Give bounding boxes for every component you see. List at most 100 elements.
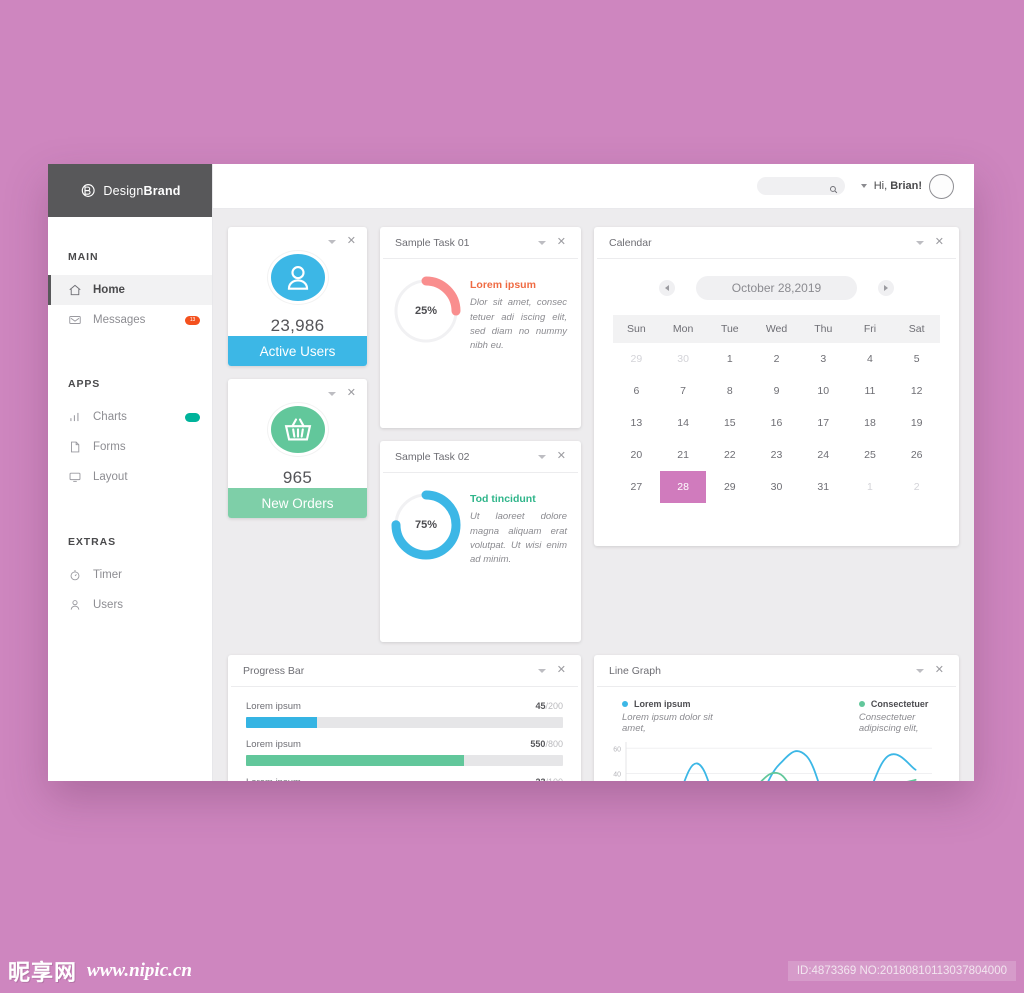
basket-icon	[267, 403, 328, 456]
brand-name-light: Design	[103, 183, 144, 198]
weekday-cell: Sat	[908, 323, 925, 336]
calendar-day[interactable]: 4	[847, 343, 894, 375]
calendar-day[interactable]: 20	[613, 439, 660, 471]
calendar-day[interactable]: 26	[893, 439, 940, 471]
progress-row-header: Lorem ipsum 23/100	[246, 777, 563, 781]
calendar-day[interactable]: 25	[847, 439, 894, 471]
dashboard-row-top: ✕ 23,986 Active Users ✕ 965 New Orders S…	[228, 227, 959, 643]
line-chart-plot: 02040601234567891011	[594, 734, 959, 781]
chevron-down-icon[interactable]	[915, 240, 924, 245]
calendar-day[interactable]: 2	[893, 471, 940, 503]
card-actions: ✕	[537, 237, 566, 248]
close-icon[interactable]: ✕	[347, 236, 356, 247]
task-description: Dlor sit amet, consec tetuer adi iscing …	[470, 297, 567, 351]
calendar-day[interactable]: 27	[613, 471, 660, 503]
calendar-day[interactable]: 23	[753, 439, 800, 471]
chevron-left-icon[interactable]	[658, 280, 675, 297]
sidebar-item-home[interactable]: Home	[48, 275, 212, 305]
calendar-day[interactable]: 1	[847, 471, 894, 503]
chevron-down-icon[interactable]	[327, 391, 336, 396]
calendar-day[interactable]: 14	[660, 407, 707, 439]
calendar-day[interactable]: 8	[706, 375, 753, 407]
calendar-day[interactable]: 29	[706, 471, 753, 503]
app-window: DesignBrand MAIN Home Messages 13 APPS C…	[48, 164, 974, 781]
close-icon[interactable]: ✕	[935, 665, 944, 676]
calendar-day[interactable]: 9	[753, 375, 800, 407]
calendar-day[interactable]: 17	[800, 407, 847, 439]
user-menu[interactable]: Hi, Brian!	[860, 173, 954, 199]
chart-legend: Lorem ipsum Lorem ipsum dolor sit amet, …	[594, 687, 959, 734]
legend-title-row: Lorem ipsum	[622, 699, 721, 709]
avatar[interactable]	[929, 173, 954, 199]
calendar-day[interactable]: 30	[753, 471, 800, 503]
calendar-day[interactable]: 31	[800, 471, 847, 503]
calendar-day[interactable]: 15	[706, 407, 753, 439]
task-column: Sample Task 01 ✕ 25% Lorem ipsum Dlor si…	[380, 227, 581, 643]
calendar-card: Calendar ✕ October 28,2019 Sun Mon Tue W…	[594, 227, 959, 547]
dashboard-row-bottom: Progress Bar ✕ Lorem ipsum 45/200 Lorem …	[228, 655, 959, 781]
task-body: 25% Lorem ipsum Dlor sit amet, consec te…	[380, 259, 581, 353]
progress-fill	[246, 717, 318, 729]
calendar-month-label[interactable]: October 28,2019	[695, 276, 858, 301]
close-icon[interactable]: ✕	[557, 665, 566, 676]
calendar-day[interactable]: 7	[660, 375, 707, 407]
calendar-day[interactable]: 29	[613, 343, 660, 375]
close-icon[interactable]: ✕	[935, 237, 944, 248]
donut-chart-75: 75%	[390, 489, 462, 561]
close-icon[interactable]: ✕	[347, 388, 356, 399]
legend-sublabel: Consectetuer adipiscing elit,	[858, 712, 919, 735]
calendar-day[interactable]: 24	[800, 439, 847, 471]
calendar-day[interactable]: 11	[847, 375, 894, 407]
main-area: Hi, Brian! ✕ 23,986 Active Users ✕ 965 N…	[213, 164, 974, 781]
stat-label[interactable]: Active Users	[228, 335, 367, 367]
sidebar-item-timer[interactable]: Timer	[48, 560, 212, 590]
calendar-day[interactable]: 18	[847, 407, 894, 439]
sidebar-item-forms[interactable]: Forms	[48, 432, 212, 462]
chevron-down-icon[interactable]	[860, 184, 867, 189]
calendar-day[interactable]: 6	[613, 375, 660, 407]
chevron-down-icon[interactable]	[537, 454, 546, 459]
chevron-down-icon[interactable]	[327, 239, 336, 244]
search-icon[interactable]	[829, 181, 838, 194]
calendar-day[interactable]: 16	[753, 407, 800, 439]
calendar-day[interactable]: 2	[753, 343, 800, 375]
stat-label[interactable]: New Orders	[228, 487, 367, 519]
sidebar-section-main: MAIN	[68, 251, 99, 263]
calendar-day[interactable]: 13	[613, 407, 660, 439]
chevron-down-icon[interactable]	[915, 668, 924, 673]
user-icon	[68, 598, 82, 612]
watermark-left: 昵享网 www.nipic.cn	[8, 955, 192, 987]
calendar-day[interactable]: 19	[893, 407, 940, 439]
sidebar-item-messages[interactable]: Messages 13	[48, 305, 212, 335]
chevron-right-icon[interactable]	[878, 280, 895, 297]
legend-item-series-1: Lorem ipsum Lorem ipsum dolor sit amet,	[622, 699, 721, 734]
calendar-day[interactable]: 21	[660, 439, 707, 471]
task-card-01: Sample Task 01 ✕ 25% Lorem ipsum Dlor si…	[380, 227, 581, 429]
calendar-day[interactable]: 5	[893, 343, 940, 375]
calendar-day[interactable]: 22	[706, 439, 753, 471]
chevron-down-icon[interactable]	[537, 240, 546, 245]
calendar-day[interactable]: 10	[800, 375, 847, 407]
search-box[interactable]	[756, 177, 845, 196]
calendar-day[interactable]: 1	[706, 343, 753, 375]
calendar-nav: October 28,2019	[594, 276, 959, 301]
sidebar-item-charts[interactable]: Charts	[48, 402, 212, 432]
sidebar-item-layout[interactable]: Layout	[48, 462, 212, 492]
calendar-day[interactable]: 3	[800, 343, 847, 375]
sidebar-list-main: Home Messages 13	[48, 275, 212, 335]
bar-chart-icon	[68, 410, 82, 424]
close-icon[interactable]: ✕	[557, 451, 566, 462]
calendar-day-selected[interactable]: 28	[659, 471, 707, 504]
sidebar-item-users[interactable]: Users	[48, 590, 212, 620]
calendar-day[interactable]: 12	[893, 375, 940, 407]
search-input[interactable]	[756, 181, 821, 192]
monitor-icon	[68, 470, 82, 484]
close-icon[interactable]: ✕	[557, 237, 566, 248]
greeting: Hi, Brian!	[874, 180, 922, 192]
chevron-down-icon[interactable]	[537, 668, 546, 673]
stat-value: 965	[282, 467, 313, 487]
sidebar: DesignBrand MAIN Home Messages 13 APPS C…	[48, 164, 213, 781]
calendar-week-row: 6 7 8 9 10 11 12	[613, 375, 940, 407]
calendar-day[interactable]: 30	[660, 343, 707, 375]
legend-dot-icon	[622, 701, 628, 708]
